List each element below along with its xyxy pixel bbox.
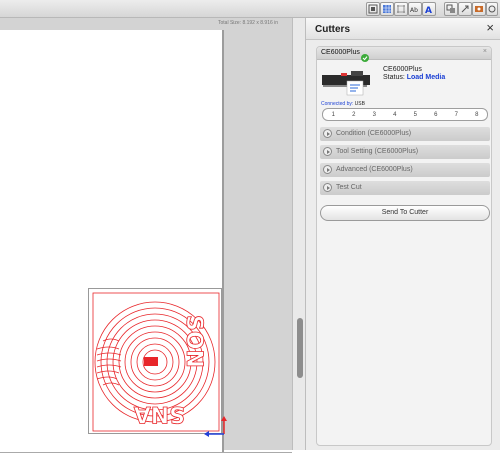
cutter-card: CE6000Plus × CE6000Plus Status: Load Med…: [316, 46, 492, 446]
fill-icon[interactable]: [444, 2, 458, 16]
panel-title: Cutters: [315, 24, 351, 35]
registration-icon[interactable]: [472, 2, 486, 16]
origin-axes-icon: [200, 414, 230, 442]
fit-page-icon[interactable]: [366, 2, 380, 16]
cutter-status: Status: Load Media: [383, 74, 445, 81]
status-label: Status:: [383, 74, 407, 81]
slot-4[interactable]: 4: [393, 112, 396, 118]
section-condition[interactable]: Condition (CE6000Plus): [320, 127, 490, 141]
help-icon[interactable]: [486, 2, 498, 16]
expand-arrow-icon[interactable]: [323, 147, 332, 156]
connected-label: Connected by:: [321, 101, 355, 107]
connection-info: Connected by: USB: [321, 101, 365, 107]
slot-6[interactable]: 6: [434, 112, 437, 118]
splitter-grip[interactable]: [297, 318, 303, 378]
slot-8[interactable]: 8: [475, 112, 478, 118]
section-test-cut-label: Test Cut: [336, 184, 362, 191]
section-test-cut[interactable]: Test Cut: [320, 181, 490, 195]
transform-icon[interactable]: [458, 2, 472, 16]
expand-arrow-icon[interactable]: [323, 129, 332, 138]
svg-text:A: A: [425, 6, 432, 14]
tool-slot-selector[interactable]: 1 2 3 4 5 6 7 8: [322, 108, 488, 121]
slot-2[interactable]: 2: [352, 112, 355, 118]
section-advanced[interactable]: Advanced (CE6000Plus): [320, 163, 490, 177]
cutter-card-header: CE6000Plus ×: [317, 47, 491, 62]
expand-arrow-icon[interactable]: [323, 183, 332, 192]
panel-splitter[interactable]: [292, 18, 306, 450]
svg-text:SNA: SNA: [134, 401, 185, 426]
text-size-icon[interactable]: Ab: [408, 2, 422, 16]
card-close-icon[interactable]: ×: [483, 48, 487, 55]
cutter-model: CE6000Plus: [383, 66, 422, 73]
crop-marks-icon[interactable]: [394, 2, 408, 16]
section-advanced-label: Advanced (CE6000Plus): [336, 166, 413, 173]
close-icon[interactable]: ×: [486, 21, 494, 35]
connected-value: USB: [354, 101, 365, 107]
section-condition-label: Condition (CE6000Plus): [336, 130, 412, 137]
grid-icon[interactable]: [380, 2, 394, 16]
section-tool-setting-label: Tool Setting (CE6000Plus): [336, 148, 419, 155]
font-icon[interactable]: A: [422, 2, 436, 16]
toolbar: Ab A: [0, 0, 500, 18]
svg-text:Ab: Ab: [410, 7, 418, 14]
expand-arrow-icon[interactable]: [323, 165, 332, 174]
svg-text:SON: SON: [181, 315, 206, 368]
slot-1[interactable]: 1: [332, 112, 335, 118]
canvas-area[interactable]: Total Size: 8.192 x 8.916 in SON SNA: [0, 18, 292, 453]
cutters-panel: Cutters × CE6000Plus × CE6000Plus Status…: [306, 18, 500, 450]
section-tool-setting[interactable]: Tool Setting (CE6000Plus): [320, 145, 490, 159]
slot-7[interactable]: 7: [455, 112, 458, 118]
slot-3[interactable]: 3: [373, 112, 376, 118]
panel-header: Cutters ×: [306, 18, 500, 40]
canvas-size-caption: Total Size: 8.192 x 8.916 in: [218, 20, 279, 26]
status-value: Load Media: [406, 74, 446, 81]
slot-5[interactable]: 5: [414, 112, 417, 118]
send-to-cutter-button[interactable]: Send To Cutter: [320, 205, 490, 221]
cutter-image: [321, 65, 371, 97]
cutter-name: CE6000Plus: [321, 49, 360, 56]
sonars-design[interactable]: SON SNA: [88, 288, 222, 434]
